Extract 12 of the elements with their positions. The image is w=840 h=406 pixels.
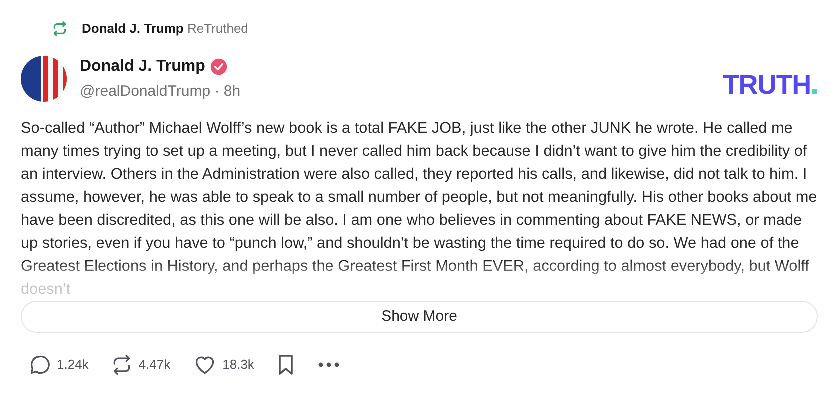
comment-icon [29,354,51,376]
author-handle: @realDonaldTrump · 8h [80,82,241,102]
show-more-button[interactable]: Show More [21,301,818,333]
author-name[interactable]: Donald J. Trump [80,54,206,79]
more-icon [318,362,340,368]
action-reply-button[interactable]: 1.24k [27,354,91,376]
action-retruth-button[interactable]: 4.47k [108,354,173,376]
retruth-label: Donald J. Trump ReTruthed [82,20,248,38]
action-like-button[interactable]: 18.3k [190,354,256,376]
repost-icon [52,21,68,37]
avatar[interactable] [21,56,67,102]
brand-logo: TRUTH [722,70,811,100]
